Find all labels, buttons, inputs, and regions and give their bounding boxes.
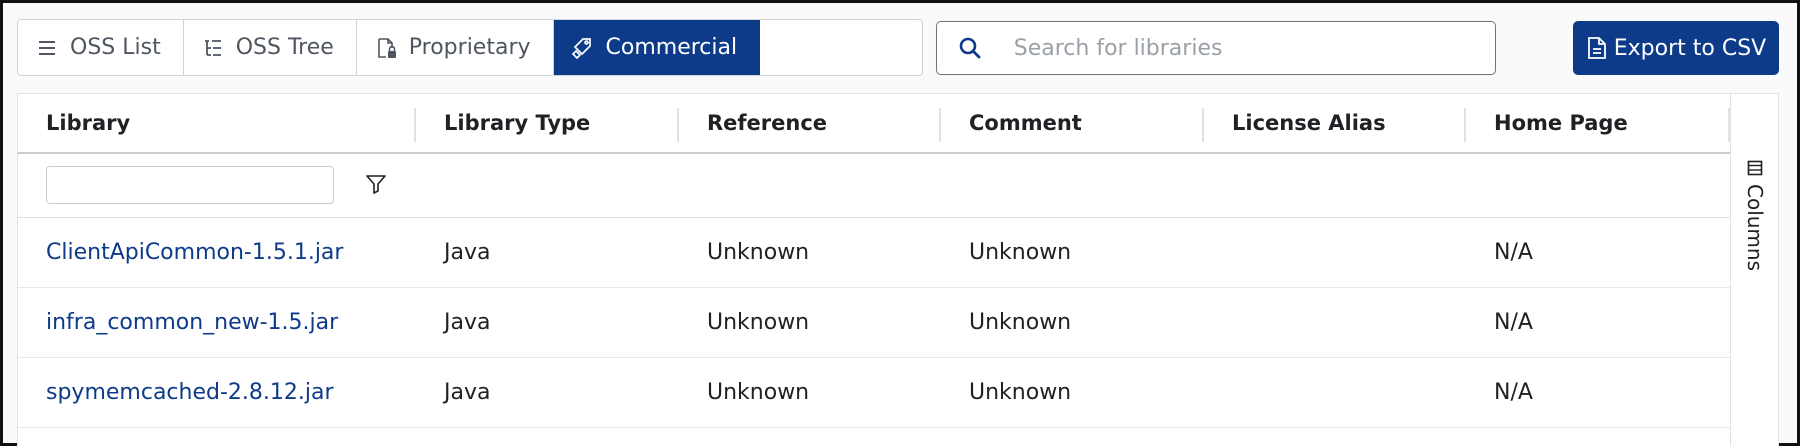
tab-label: OSS Tree	[235, 35, 334, 60]
columns-label: Columns	[1743, 184, 1767, 272]
search-input[interactable]	[1003, 22, 1495, 74]
home-page-cell: N/A	[1494, 310, 1533, 335]
view-tabs: OSS List OSS Tree Proprietary Commercial	[17, 19, 923, 76]
export-label: Export to CSV	[1613, 35, 1767, 61]
search-icon	[937, 36, 1004, 60]
column-header-label: Reference	[707, 111, 828, 135]
libraries-table: Library Library Type Reference Comment L…	[17, 93, 1779, 446]
search-box[interactable]	[936, 21, 1496, 75]
columns-icon	[1747, 160, 1763, 176]
tab-label: Proprietary	[408, 35, 531, 60]
table-row[interactable]: infra_common_new-1.5.jar Java Unknown Un…	[18, 288, 1730, 358]
columns-panel-toggle[interactable]: Columns	[1739, 160, 1771, 280]
tab-oss-tree[interactable]: OSS Tree	[184, 20, 357, 75]
tab-label: Commercial	[605, 35, 738, 60]
tab-label: OSS List	[70, 35, 161, 60]
comment-cell: Unknown	[969, 380, 1072, 405]
home-page-cell: N/A	[1494, 380, 1533, 405]
column-header-library-type[interactable]: Library Type	[416, 94, 679, 152]
table-row[interactable]: spymemcached-2.8.12.jar Java Unknown Unk…	[18, 358, 1730, 428]
reference-cell: Unknown	[707, 380, 810, 405]
filter-icon[interactable]	[365, 173, 387, 195]
library-filter-input[interactable]	[46, 166, 334, 204]
app-frame: OSS List OSS Tree Proprietary Commercial…	[0, 0, 1800, 446]
library-link[interactable]: spymemcached-2.8.12.jar	[18, 380, 416, 405]
document-icon	[1587, 37, 1606, 59]
column-header-label: Home Page	[1494, 111, 1628, 135]
commercial-tag-icon	[571, 37, 591, 59]
comment-cell: Unknown	[969, 240, 1072, 265]
column-header-label: Comment	[969, 111, 1082, 135]
library-type-cell: Java	[444, 240, 491, 265]
table-row[interactable]: ClientApiCommon-1.5.1.jar Java Unknown U…	[18, 218, 1730, 288]
reference-cell: Unknown	[707, 310, 810, 335]
tabs-spacer	[760, 20, 922, 75]
library-type-cell: Java	[444, 380, 491, 405]
locked-file-icon	[377, 37, 396, 58]
column-header-comment[interactable]: Comment	[941, 94, 1204, 152]
library-type-cell: Java	[444, 310, 491, 335]
tree-icon	[204, 39, 221, 56]
grid-side-panel: Columns	[1730, 94, 1778, 446]
tab-proprietary[interactable]: Proprietary	[357, 20, 554, 75]
filter-row	[18, 156, 1730, 218]
library-link[interactable]: ClientApiCommon-1.5.1.jar	[18, 240, 416, 265]
column-header-library[interactable]: Library	[18, 94, 416, 152]
column-header-label: Library	[46, 111, 131, 135]
reference-cell: Unknown	[707, 240, 810, 265]
home-page-cell: N/A	[1494, 240, 1533, 265]
column-header-label: License Alias	[1232, 111, 1386, 135]
column-header-label: Library Type	[444, 111, 591, 135]
comment-cell: Unknown	[969, 310, 1072, 335]
column-header-home-page[interactable]: Home Page	[1466, 94, 1730, 152]
table-header: Library Library Type Reference Comment L…	[18, 94, 1730, 154]
column-header-license-alias[interactable]: License Alias	[1204, 94, 1466, 152]
column-header-reference[interactable]: Reference	[679, 94, 941, 152]
library-link[interactable]: infra_common_new-1.5.jar	[18, 310, 416, 335]
export-csv-button[interactable]: Export to CSV	[1573, 21, 1779, 75]
table-body: ClientApiCommon-1.5.1.jar Java Unknown U…	[18, 218, 1730, 428]
list-icon	[39, 40, 55, 55]
tab-oss-list[interactable]: OSS List	[18, 20, 184, 75]
tab-commercial[interactable]: Commercial	[553, 20, 761, 75]
